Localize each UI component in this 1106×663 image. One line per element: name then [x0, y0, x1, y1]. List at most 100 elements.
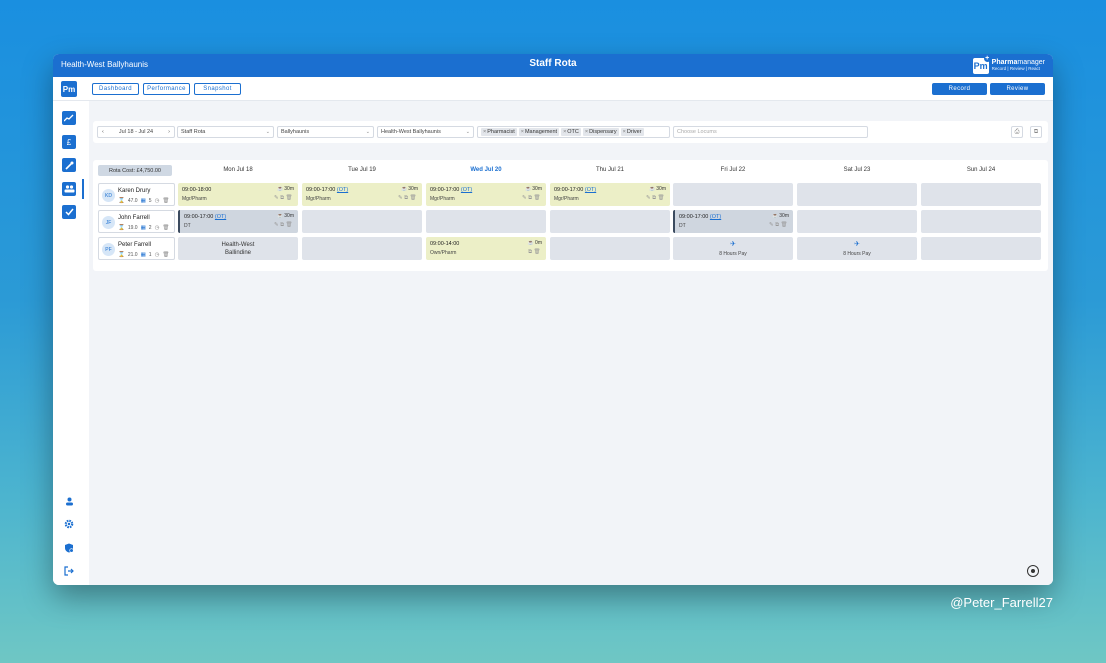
chart-icon[interactable]	[62, 111, 76, 125]
avatar: KD	[102, 189, 115, 202]
shift-actions[interactable]: ✎⧉🗑	[646, 195, 666, 202]
rota-grid: Rota Cost: £4,750.00 Mon Jul 18 Tue Jul …	[93, 160, 1048, 271]
clock-icon[interactable]: ◷	[155, 198, 160, 204]
shift-cell[interactable]: 09:00-14:00 ☕0m Own/Pharm ⧉🗑	[426, 237, 546, 260]
role-chip[interactable]: × Management	[518, 128, 560, 136]
help-icon[interactable]	[1027, 565, 1039, 577]
shift-actions[interactable]: ✎⧉🗑	[274, 195, 294, 202]
app-window: Health-West Ballyhaunis Staff Rota Pm + P…	[53, 54, 1053, 585]
staff-card[interactable]: JF John Farrell ⌛ 19.0 ▦ 2 ◷ 🗑	[98, 210, 175, 233]
coffee-icon: ☕	[527, 240, 535, 246]
empty-cell[interactable]	[302, 210, 422, 233]
leave-cell[interactable]: ✈ 8 Hours Pay	[797, 237, 917, 260]
app-logo-icon[interactable]: Pm	[61, 81, 77, 97]
shift-actions[interactable]: ⧉🗑	[528, 249, 542, 256]
shift-actions[interactable]: ✎⧉🗑	[769, 222, 789, 229]
shift-actions[interactable]: ✎⧉🗑	[522, 195, 542, 202]
empty-cell[interactable]	[302, 237, 422, 260]
rota-select[interactable]: Staff Rota ⌄	[177, 126, 274, 138]
staff-card[interactable]: KD Karen Drury ⌛ 47.0 ▦ 5 ◷ 🗑	[98, 183, 175, 206]
holiday-icon: ✈	[854, 241, 860, 248]
tools-icon[interactable]	[62, 158, 76, 172]
clock-icon[interactable]: ◷	[155, 225, 160, 231]
coffee-icon: ☕	[277, 186, 284, 192]
user-icon[interactable]	[62, 494, 76, 508]
shift-cell[interactable]: 09:00-18:00 ☕30m Mgr/Pharm ✎⧉🗑	[178, 183, 298, 206]
filter-bar: ‹ Jul 18 - Jul 24 › Staff Rota ⌄ Ballyhau…	[93, 121, 1048, 143]
empty-cell[interactable]	[921, 210, 1041, 233]
empty-cell[interactable]	[797, 210, 917, 233]
clock-icon[interactable]: ◷	[155, 252, 160, 258]
copy-icon[interactable]: ⧉	[1030, 126, 1042, 138]
empty-cell[interactable]	[550, 237, 670, 260]
brand-logo: Pm + Pharmamanager Record | Review | Reac…	[972, 54, 1045, 75]
overtime-link[interactable]: (OT)	[585, 187, 596, 193]
empty-cell[interactable]	[550, 210, 670, 233]
role-chip[interactable]: × Pharmacist	[481, 128, 517, 136]
calendar-icon: ▦	[140, 225, 146, 231]
shift-actions[interactable]: ✎⧉🗑	[398, 195, 418, 202]
security-icon[interactable]	[62, 541, 76, 555]
trash-icon[interactable]: 🗑	[162, 198, 169, 204]
store-select[interactable]: Health-West Ballyhaunis ⌄	[377, 126, 474, 138]
empty-cell[interactable]	[426, 210, 546, 233]
role-chip[interactable]: × Driver	[620, 128, 644, 136]
day-header: Sat Jul 23	[843, 167, 871, 173]
print-icon[interactable]: ⎙	[1011, 126, 1023, 138]
day-header-today: Wed Jul 20	[470, 167, 502, 173]
prev-week-icon[interactable]: ‹	[102, 129, 104, 135]
shift-cell[interactable]: 09:00-17:00 (OT) ☕30m Mgr/Pharm ✎⧉🗑	[550, 183, 670, 206]
performance-button[interactable]: Performance	[143, 83, 190, 95]
overtime-link[interactable]: (OT)	[215, 214, 226, 220]
location-select[interactable]: Ballyhaunis ⌄	[277, 126, 374, 138]
shift-actions[interactable]: ✎⧉🗑	[274, 222, 294, 229]
locums-select[interactable]: Choose Locums	[673, 126, 868, 138]
shift-cell[interactable]: 09:00-17:00 (OT) ☕30m DT ✎⧉🗑	[673, 210, 793, 233]
calendar-icon: ▦	[140, 198, 146, 204]
shift-cell[interactable]: 09:00-17:00 (OT) ☕30m Mgr/Pharm ✎⧉🗑	[302, 183, 422, 206]
sidebar: £	[53, 101, 85, 585]
page-title: Staff Rota	[529, 58, 577, 69]
coffee-icon: ☕	[401, 186, 408, 192]
empty-cell[interactable]	[797, 183, 917, 206]
overtime-link[interactable]: (OT)	[461, 187, 472, 193]
active-indicator	[82, 179, 84, 199]
role-chip[interactable]: × OTC	[561, 128, 581, 136]
dashboard-button[interactable]: Dashboard	[92, 83, 139, 95]
team-icon[interactable]	[62, 182, 76, 196]
review-button[interactable]: Review	[990, 83, 1045, 95]
other-store-cell[interactable]: Health-West Ballindine	[178, 237, 298, 260]
shift-cell[interactable]: 09:00-17:00 (OT) ☕30m DT ✎⧉🗑	[178, 210, 298, 233]
empty-cell[interactable]	[921, 237, 1041, 260]
shift-cell[interactable]: 09:00-17:00 (OT) ☕30m Mgr/Pharm ✎⧉🗑	[426, 183, 546, 206]
top-toolbar: Pm Dashboard Performance Snapshot Record…	[53, 77, 1053, 101]
settings-icon[interactable]	[62, 517, 76, 531]
overtime-link[interactable]: (OT)	[337, 187, 348, 193]
staff-card[interactable]: PF Peter Farrell ⌛ 21.0 ▦ 1 ◷ 🗑	[98, 237, 175, 260]
title-bar: Health-West Ballyhaunis Staff Rota Pm + P…	[53, 54, 1053, 77]
empty-cell[interactable]	[673, 183, 793, 206]
role-chip[interactable]: × Dispensary	[582, 128, 619, 136]
overtime-link[interactable]: (OT)	[710, 214, 721, 220]
day-header: Fri Jul 22	[720, 167, 746, 173]
leave-cell[interactable]: ✈ 8 Hours Pay	[673, 237, 793, 260]
coffee-icon: ☕	[525, 186, 532, 192]
checkmark-icon[interactable]	[62, 205, 76, 219]
next-week-icon[interactable]: ›	[168, 129, 170, 135]
trash-icon[interactable]: 🗑	[162, 225, 169, 231]
logout-icon[interactable]	[62, 564, 76, 578]
coffee-icon: ☕	[277, 213, 284, 219]
day-header: Thu Jul 21	[595, 167, 625, 173]
staff-name: Peter Farrell	[118, 242, 152, 248]
euro-icon[interactable]: £	[62, 135, 76, 149]
trash-icon[interactable]: 🗑	[162, 252, 169, 258]
record-button[interactable]: Record	[932, 83, 987, 95]
coffee-icon: ☕	[772, 213, 779, 219]
staff-name: John Farrell	[118, 215, 150, 221]
role-filter[interactable]: × Pharmacist × Management × OTC × Dispensary…	[477, 126, 670, 138]
snapshot-button[interactable]: Snapshot	[194, 83, 241, 95]
coffee-icon: ☕	[649, 186, 656, 192]
date-range-picker[interactable]: ‹ Jul 18 - Jul 24 ›	[97, 126, 175, 138]
empty-cell[interactable]	[921, 183, 1041, 206]
day-header: Tue Jul 19	[348, 167, 376, 173]
